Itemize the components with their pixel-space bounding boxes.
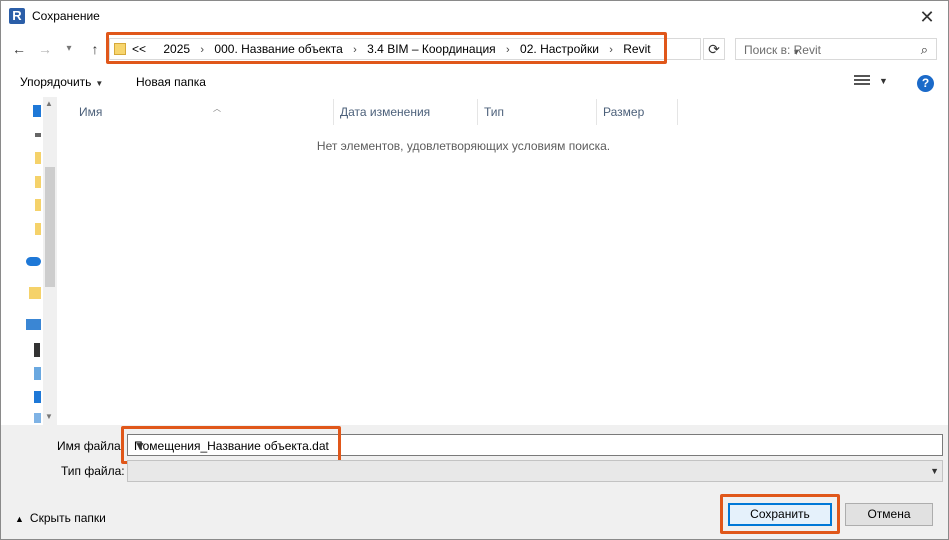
help-icon[interactable]: ? — [917, 75, 934, 92]
organize-label: Упорядочить — [20, 75, 92, 89]
address-highlight-frame — [106, 32, 667, 64]
filetype-label: Тип файла: — [61, 464, 125, 478]
filename-highlight-frame — [121, 426, 341, 464]
chevron-up-icon: ▲ — [15, 514, 24, 524]
image-icon[interactable] — [34, 413, 41, 423]
view-dropdown-icon[interactable]: ▼ — [879, 76, 888, 86]
save-dialog: R Сохранение ✕ ← → ▾ ↑ << 2025 › 000. На… — [0, 0, 949, 540]
search-placeholder: Поиск в: Revit — [744, 43, 821, 57]
hide-folders-toggle[interactable]: ▲ Скрыть папки — [15, 511, 106, 525]
column-header-type[interactable]: Тип — [478, 99, 597, 125]
save-options-panel: Имя файла: Помещения_Название объекта.da… — [1, 425, 948, 539]
close-button[interactable]: ✕ — [912, 4, 942, 30]
usb-icon[interactable] — [34, 343, 40, 357]
refresh-button[interactable]: ⟳ — [703, 38, 725, 60]
cancel-button[interactable]: Отмена — [845, 503, 933, 526]
computer-icon[interactable] — [26, 319, 41, 330]
folder-icon[interactable] — [35, 176, 41, 188]
title-bar: R Сохранение ✕ — [1, 1, 948, 32]
filename-label: Имя файла: — [57, 439, 124, 453]
empty-list-message: Нет элементов, удовлетворяющих условиям … — [316, 139, 611, 153]
view-options-icon[interactable] — [854, 75, 870, 88]
search-icon: ⌕ — [920, 42, 928, 57]
revit-app-icon: R — [9, 8, 25, 24]
navigation-pane: ▲ ▼ — [1, 97, 59, 425]
dialog-title: Сохранение — [32, 9, 100, 23]
file-list: ︿ Имя Дата изменения Тип Размер Нет элем… — [59, 97, 948, 425]
download-icon[interactable] — [34, 391, 41, 403]
organize-menu[interactable]: Упорядочить ▼ — [20, 75, 103, 89]
forward-button[interactable]: → — [35, 39, 55, 59]
navigation-scrollbar[interactable]: ▲ ▼ — [43, 97, 57, 425]
recent-locations-dropdown[interactable]: ▾ — [61, 39, 77, 59]
column-header-size[interactable]: Размер — [597, 99, 678, 125]
up-button[interactable]: ↑ — [85, 39, 105, 59]
chevron-down-icon[interactable]: ▼ — [930, 466, 939, 476]
save-highlight-frame — [720, 494, 840, 534]
scroll-down-icon[interactable]: ▼ — [45, 412, 53, 421]
search-input[interactable]: Поиск в: Revit ⌕ — [735, 38, 937, 60]
new-folder-button[interactable]: Новая папка — [136, 75, 206, 89]
command-bar: Упорядочить ▼ Новая папка ▼ ? — [1, 67, 948, 97]
drive-icon[interactable] — [35, 133, 41, 137]
folder-icon[interactable] — [35, 199, 41, 211]
folder-icon[interactable] — [35, 223, 41, 235]
pc-icon[interactable] — [33, 105, 41, 117]
folder-icon[interactable] — [35, 152, 41, 164]
onedrive-icon[interactable] — [26, 257, 41, 266]
sort-ascending-icon: ︿ — [213, 104, 221, 113]
hide-folders-label: Скрыть папки — [29, 511, 106, 525]
document-icon[interactable] — [34, 367, 41, 380]
scrollbar-thumb[interactable] — [45, 167, 55, 287]
chevron-down-icon: ▼ — [95, 79, 104, 88]
column-header-date[interactable]: Дата изменения — [334, 99, 478, 125]
column-header-name[interactable]: ︿ Имя — [73, 99, 334, 125]
back-button[interactable]: ← — [9, 39, 29, 59]
scroll-up-icon[interactable]: ▲ — [45, 99, 53, 108]
quick-access-icon[interactable] — [29, 287, 41, 299]
filetype-select[interactable]: ▼ — [127, 460, 943, 482]
column-header-name-label: Имя — [79, 105, 103, 119]
